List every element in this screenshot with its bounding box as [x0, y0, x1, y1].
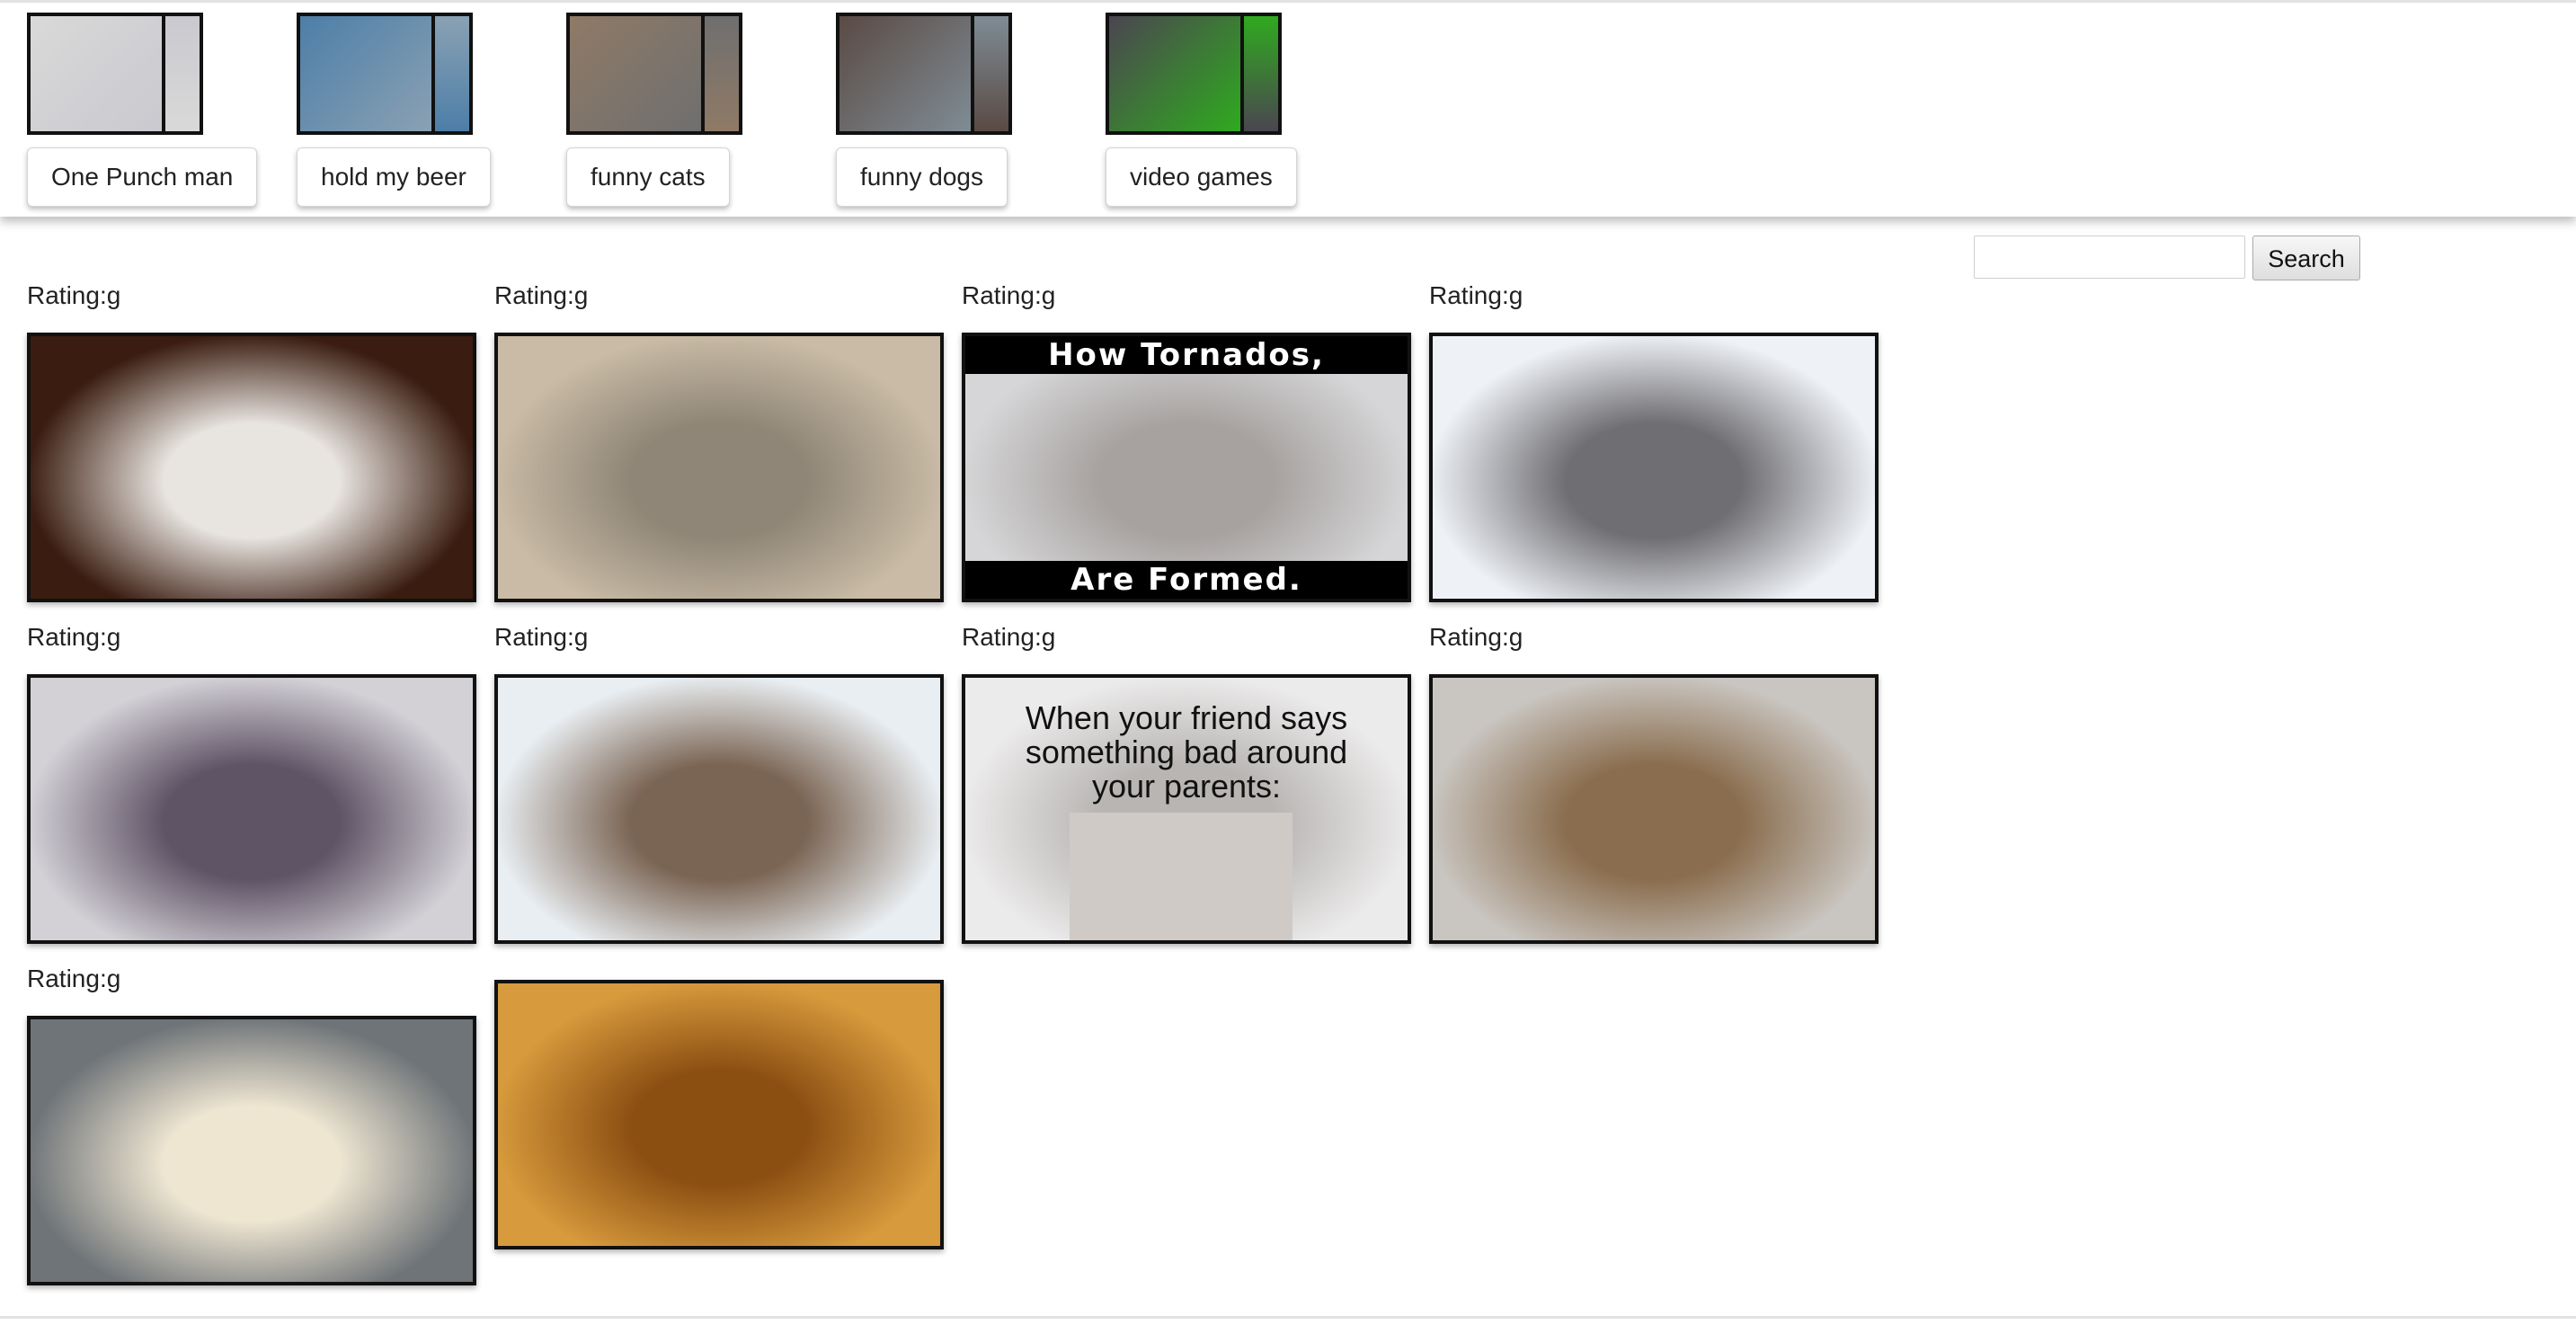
- topic-funny-dogs[interactable]: funny dogs: [836, 13, 1012, 207]
- gif-card: Rating:g When your friend says something…: [962, 622, 1411, 944]
- gif-image[interactable]: [27, 1016, 476, 1285]
- topic-thumbnail[interactable]: [566, 13, 742, 135]
- gif-card: Rating:g: [27, 964, 476, 1285]
- thumb-frame-a: [1109, 16, 1240, 131]
- gif-rating: Rating:g: [1429, 623, 1523, 651]
- thumb-frame-a: [839, 16, 971, 131]
- topic-button-funny-cats[interactable]: funny cats: [566, 147, 730, 207]
- topic-one-punch-man[interactable]: One Punch man: [27, 13, 258, 207]
- thumb-frame-b: [162, 16, 200, 131]
- topic-thumbnail[interactable]: [297, 13, 473, 135]
- search-input[interactable]: [1974, 236, 2245, 279]
- gif-top-text: How Tornados,: [965, 336, 1408, 374]
- thumb-frame-a: [300, 16, 431, 131]
- gif-card: Rating:g: [27, 280, 476, 602]
- gif-card: Rating:g: [494, 622, 944, 944]
- gif-image[interactable]: [27, 333, 476, 602]
- topic-button-one-punch-man[interactable]: One Punch man: [27, 147, 258, 207]
- gif-image[interactable]: [1429, 333, 1879, 602]
- page-bottom-divider: [0, 1316, 2576, 1319]
- gif-image[interactable]: How Tornados, Are Formed.: [962, 333, 1411, 602]
- thumb-frame-b: [1240, 16, 1278, 131]
- gif-rating: Rating:g: [1429, 281, 1523, 309]
- thumb-frame-b: [701, 16, 739, 131]
- gif-image[interactable]: [494, 333, 944, 602]
- gif-image[interactable]: [27, 674, 476, 944]
- gif-bottom-text: Are Formed.: [965, 561, 1408, 599]
- gif-rating: Rating:g: [962, 281, 1056, 309]
- gif-rating: Rating:g: [27, 623, 121, 651]
- thumb-frame-a: [570, 16, 701, 131]
- topic-button-video-games[interactable]: video games: [1106, 147, 1297, 207]
- gif-image[interactable]: [1429, 674, 1879, 944]
- search-button[interactable]: Search: [2252, 236, 2360, 280]
- gif-rating: Rating:g: [494, 281, 589, 309]
- topic-bar: One Punch man hold my beer funny cats fu…: [0, 0, 2576, 217]
- topic-thumbnail[interactable]: [1106, 13, 1282, 135]
- topic-button-funny-dogs[interactable]: funny dogs: [836, 147, 1008, 207]
- gif-card: Rating:g: [1429, 622, 1879, 944]
- thumb-frame-a: [31, 16, 162, 131]
- gif-card: Rating:g: [494, 280, 944, 602]
- topic-thumbnail[interactable]: [27, 13, 203, 135]
- gif-card: Rating:g How Tornados, Are Formed.: [962, 280, 1411, 602]
- gif-image[interactable]: [494, 674, 944, 944]
- thumb-frame-b: [431, 16, 469, 131]
- topic-hold-my-beer[interactable]: hold my beer: [297, 13, 491, 207]
- topic-funny-cats[interactable]: funny cats: [566, 13, 742, 207]
- gif-image[interactable]: [494, 980, 944, 1249]
- gif-card: Rating:g: [27, 622, 476, 944]
- gif-card: [494, 964, 944, 1249]
- topic-button-hold-my-beer[interactable]: hold my beer: [297, 147, 491, 207]
- gif-rating: Rating:g: [962, 623, 1056, 651]
- thumb-frame-b: [971, 16, 1008, 131]
- topic-thumbnail[interactable]: [836, 13, 1012, 135]
- gif-rating: Rating:g: [27, 281, 121, 309]
- gif-card: Rating:g: [1429, 280, 1879, 602]
- gif-rating: Rating:g: [27, 965, 121, 992]
- gif-rating: Rating:g: [494, 623, 589, 651]
- gif-image[interactable]: When your friend says something bad arou…: [962, 674, 1411, 944]
- gif-caption: When your friend says something bad arou…: [1025, 699, 1348, 805]
- gif-inset-frame: [1070, 813, 1292, 940]
- topic-video-games[interactable]: video games: [1106, 13, 1297, 207]
